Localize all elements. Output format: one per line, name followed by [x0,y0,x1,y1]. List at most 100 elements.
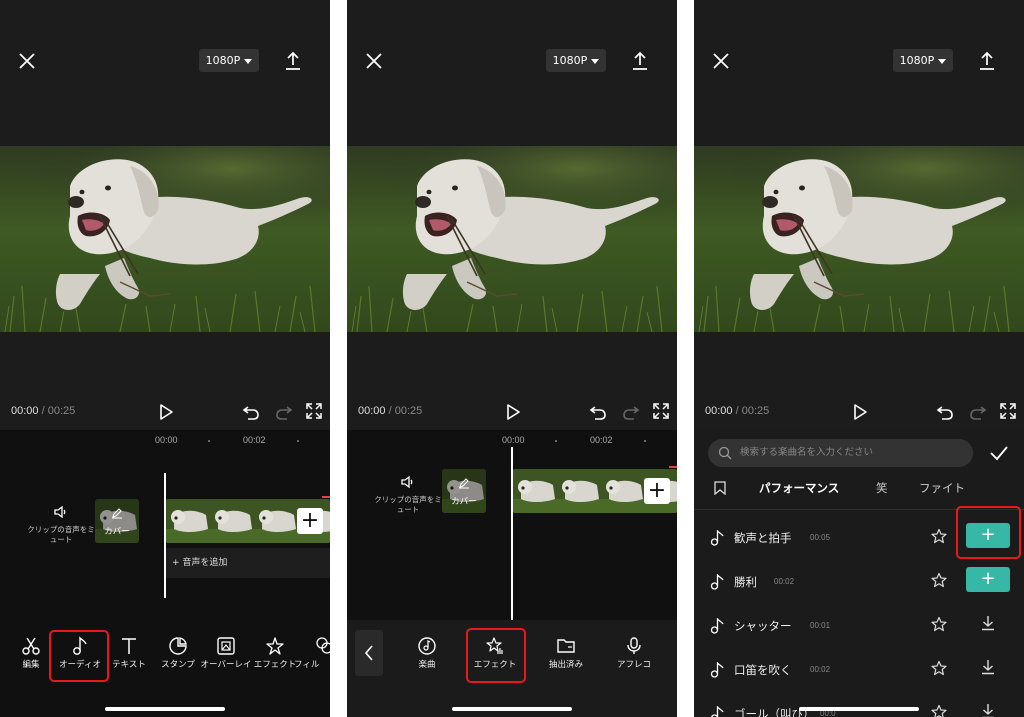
time-separator: / [41,405,45,417]
search-icon [718,446,732,460]
resolution-label: 1080P [205,54,241,67]
play-icon[interactable] [156,402,176,422]
download-icon[interactable] [980,659,996,675]
cover-button[interactable]: カバー [442,469,486,513]
sound-duration: 00:05 [810,533,831,542]
undo-icon[interactable] [936,403,954,421]
download-icon[interactable] [980,615,996,631]
favorite-star-icon[interactable] [931,528,947,544]
search-input[interactable]: 検索する楽曲名を入力ください [708,439,973,467]
favorite-star-icon[interactable] [931,660,947,676]
resolution-button[interactable]: 1080P [893,49,953,72]
tool-voiceover[interactable]: アフレコ [606,636,662,671]
confirm-check-icon[interactable] [989,444,1009,462]
back-button[interactable] [355,630,383,676]
playback-time: 00:00 / 00:25 [705,405,769,417]
tool-overlay[interactable]: オーバーレイ [198,636,254,671]
add-audio-track-button[interactable]: + 音声を追加 [166,548,330,578]
undo-icon[interactable] [242,403,260,421]
add-clip-button[interactable]: + [644,478,670,504]
tab-fight[interactable]: ファイト [919,480,965,496]
fullscreen-icon[interactable] [306,403,322,419]
list-item[interactable]: シャッター 00:01 [694,604,1024,648]
play-icon[interactable] [850,402,870,422]
resolution-button[interactable]: 1080P [199,49,259,72]
download-icon[interactable] [980,703,996,717]
clip-frame [254,499,298,543]
redo-icon[interactable] [969,403,987,421]
caret-down-icon [938,58,947,64]
favorite-star-icon[interactable] [931,572,947,588]
tool-text[interactable]: テキスト [101,636,157,671]
fullscreen-icon[interactable] [1000,403,1016,419]
tool-extracted[interactable]: 抽出済み [538,636,594,671]
tool-filter[interactable]: フィル [294,636,330,671]
mute-label: クリップの音声をミュート [27,525,95,544]
redo-icon[interactable] [622,403,640,421]
clip-frame [166,499,210,543]
total-time: 00:25 [47,405,76,417]
music-note-icon [710,662,724,678]
playback-time: 00:00 / 00:25 [358,405,422,417]
tool-label: 抽出済み [548,660,583,670]
home-indicator [799,707,919,711]
fullscreen-icon[interactable] [653,403,669,419]
add-audio-label: 音声を追加 [182,558,228,568]
sound-title: シャッター [734,619,792,633]
export-icon[interactable] [976,50,998,72]
video-preview[interactable] [347,146,677,332]
close-icon[interactable] [16,50,38,72]
playback-time: 00:00 / 00:25 [11,405,75,417]
close-icon[interactable] [363,50,385,72]
sound-duration: 00:02 [774,577,795,586]
clip-frame [557,469,601,513]
overlay-icon [217,637,235,655]
undo-icon[interactable] [589,403,607,421]
effect-star-icon [266,637,284,655]
list-item[interactable]: 勝利 00:02 + [694,560,1024,604]
search-placeholder: 検索する楽曲名を入力ください [740,447,874,458]
tool-music[interactable]: 楽曲 [399,636,455,671]
folder-icon [557,639,575,653]
video-preview[interactable] [694,146,1024,332]
playhead[interactable] [511,447,513,620]
video-preview[interactable] [0,146,330,332]
audio-highlight-box [49,630,109,682]
redo-icon[interactable] [275,403,293,421]
list-item[interactable]: 口笛を吹く 00:02 [694,648,1024,692]
playhead[interactable] [164,473,166,598]
phone-screen-audio-menu: 1080P 00:00 / 00:25 00:00 00:02 クリップの音声を… [347,0,677,717]
ruler-start: 00:00 [502,435,525,445]
sound-duration: 00:02 [810,665,831,674]
list-item[interactable]: ゴール（叫び） 00:0 [694,692,1024,717]
current-time: 00:00 [11,405,39,417]
clip-marker [669,466,677,468]
bookmark-icon[interactable] [714,481,726,495]
mute-clip-audio-button[interactable]: クリップの音声をミュート [26,505,96,545]
current-time: 00:00 [358,405,386,417]
speaker-icon [54,505,66,519]
category-tabs: パフォーマンス 笑 ファイト [694,480,1024,500]
add-clip-button[interactable]: + [297,508,323,534]
favorite-star-icon[interactable] [931,704,947,717]
cover-label: カバー [451,497,477,507]
cover-label: カバー [104,527,130,537]
mute-label: クリップの音声をミュート [374,495,442,514]
add-sound-button[interactable]: + [966,567,1010,592]
tool-label: 楽曲 [418,660,436,670]
resolution-button[interactable]: 1080P [546,49,606,72]
mute-clip-audio-button[interactable]: クリップの音声をミュート [373,475,443,515]
tab-laugh[interactable]: 笑 [876,480,888,496]
export-icon[interactable] [629,50,651,72]
cover-button[interactable]: カバー [95,499,139,543]
clip-frame [513,469,557,513]
export-icon[interactable] [282,50,304,72]
favorite-star-icon[interactable] [931,616,947,632]
play-icon[interactable] [503,402,523,422]
tool-label: フィル [294,660,320,670]
time-separator: / [735,405,739,417]
tab-performance[interactable]: パフォーマンス [759,480,839,496]
close-icon[interactable] [710,50,732,72]
current-time: 00:00 [705,405,733,417]
chevron-left-icon [364,645,373,661]
